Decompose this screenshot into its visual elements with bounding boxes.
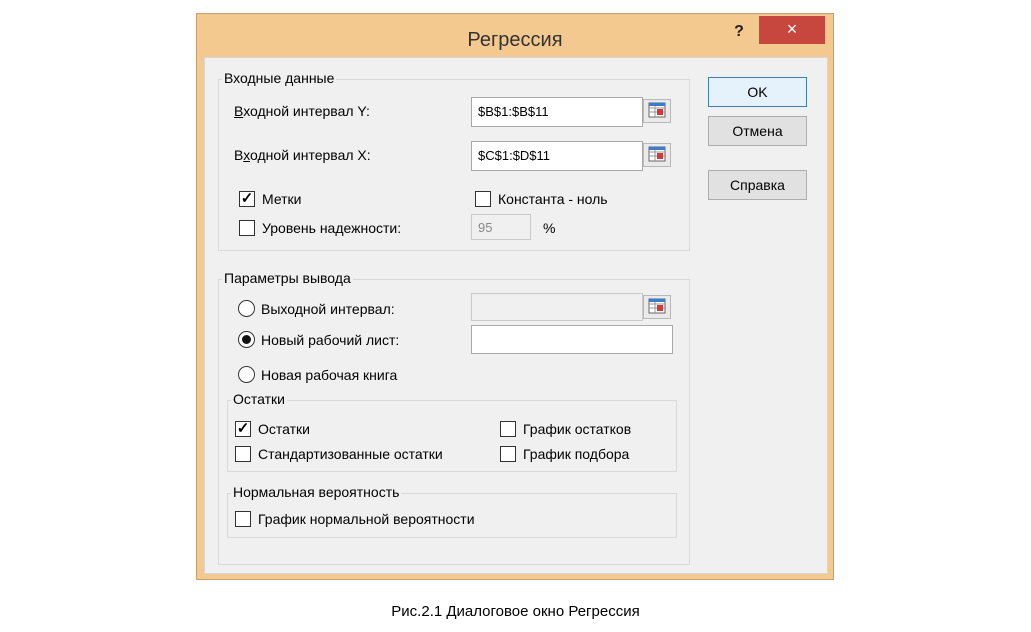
output-range-field[interactable] — [471, 293, 643, 321]
help-button[interactable]: Справка — [708, 170, 807, 200]
residual-plots-label: График остатков — [523, 421, 632, 437]
ok-button[interactable]: OK — [708, 77, 807, 107]
check-mark-icon: ✓ — [240, 190, 254, 207]
new-sheet-field[interactable] — [471, 325, 673, 354]
labels-checkbox[interactable]: ✓ — [239, 191, 255, 207]
confidence-level-field[interactable]: 95 — [471, 214, 531, 240]
standardized-residuals-checkbox[interactable] — [235, 446, 251, 462]
normal-probability-group-label: Нормальная вероятность — [231, 484, 402, 500]
collapse-dialog-y-button[interactable] — [643, 99, 671, 123]
figure-caption: Рис.2.1 Диалоговое окно Регрессия — [391, 603, 640, 620]
output-range-radio[interactable] — [238, 300, 255, 317]
residuals-checkbox[interactable]: ✓ — [235, 421, 251, 437]
standardized-residuals-label: Стандартизованные остатки — [258, 446, 443, 462]
confidence-level-checkbox[interactable] — [239, 220, 255, 236]
normal-probability-plot-checkbox[interactable] — [235, 511, 251, 527]
range-select-icon — [648, 102, 666, 118]
dialog-body: Входные данные Входной интервал Y: $B$1:… — [204, 57, 828, 574]
close-button[interactable]: × — [759, 16, 825, 44]
check-mark-icon: ✓ — [236, 420, 250, 437]
help-title-button[interactable]: ? — [719, 18, 759, 46]
radio-selected-dot — [242, 335, 251, 344]
collapse-dialog-output-button[interactable] — [643, 295, 671, 319]
new-workbook-radio[interactable] — [238, 366, 255, 383]
cancel-button[interactable]: Отмена — [708, 116, 807, 146]
range-select-icon — [648, 298, 666, 314]
input-data-group-label: Входные данные — [222, 70, 337, 86]
collapse-dialog-x-button[interactable] — [643, 143, 671, 167]
new-sheet-radio[interactable] — [238, 331, 255, 348]
new-sheet-label: Новый рабочий лист: — [261, 332, 400, 348]
input-x-range-field[interactable]: $C$1:$D$11 — [471, 141, 643, 171]
residuals-label: Остатки — [258, 421, 310, 437]
new-workbook-label: Новая рабочая книга — [261, 367, 398, 383]
line-fit-plots-checkbox[interactable] — [500, 446, 516, 462]
normal-probability-plot-label: График нормальной вероятности — [258, 511, 475, 527]
constant-zero-label: Константа - ноль — [498, 191, 608, 207]
percent-label: % — [543, 220, 556, 236]
input-y-range-field[interactable]: $B$1:$B$11 — [471, 97, 643, 127]
output-options-group-label: Параметры вывода — [222, 270, 353, 286]
regression-dialog: Регрессия ? × Входные данные Входной инт… — [196, 13, 834, 580]
constant-zero-checkbox[interactable] — [475, 191, 491, 207]
confidence-level-label: Уровень надежности: — [262, 220, 402, 236]
labels-label: Метки — [262, 191, 302, 207]
residual-plots-checkbox[interactable] — [500, 421, 516, 437]
input-x-range-label: Входной интервал X: — [234, 147, 371, 163]
residuals-group-label: Остатки — [231, 391, 287, 407]
title-bar: Регрессия ? × — [197, 14, 833, 56]
input-y-range-label: Входной интервал Y: — [234, 103, 370, 119]
range-select-icon — [648, 146, 666, 162]
line-fit-plots-label: График подбора — [523, 446, 630, 462]
output-range-label: Выходной интервал: — [261, 301, 395, 317]
